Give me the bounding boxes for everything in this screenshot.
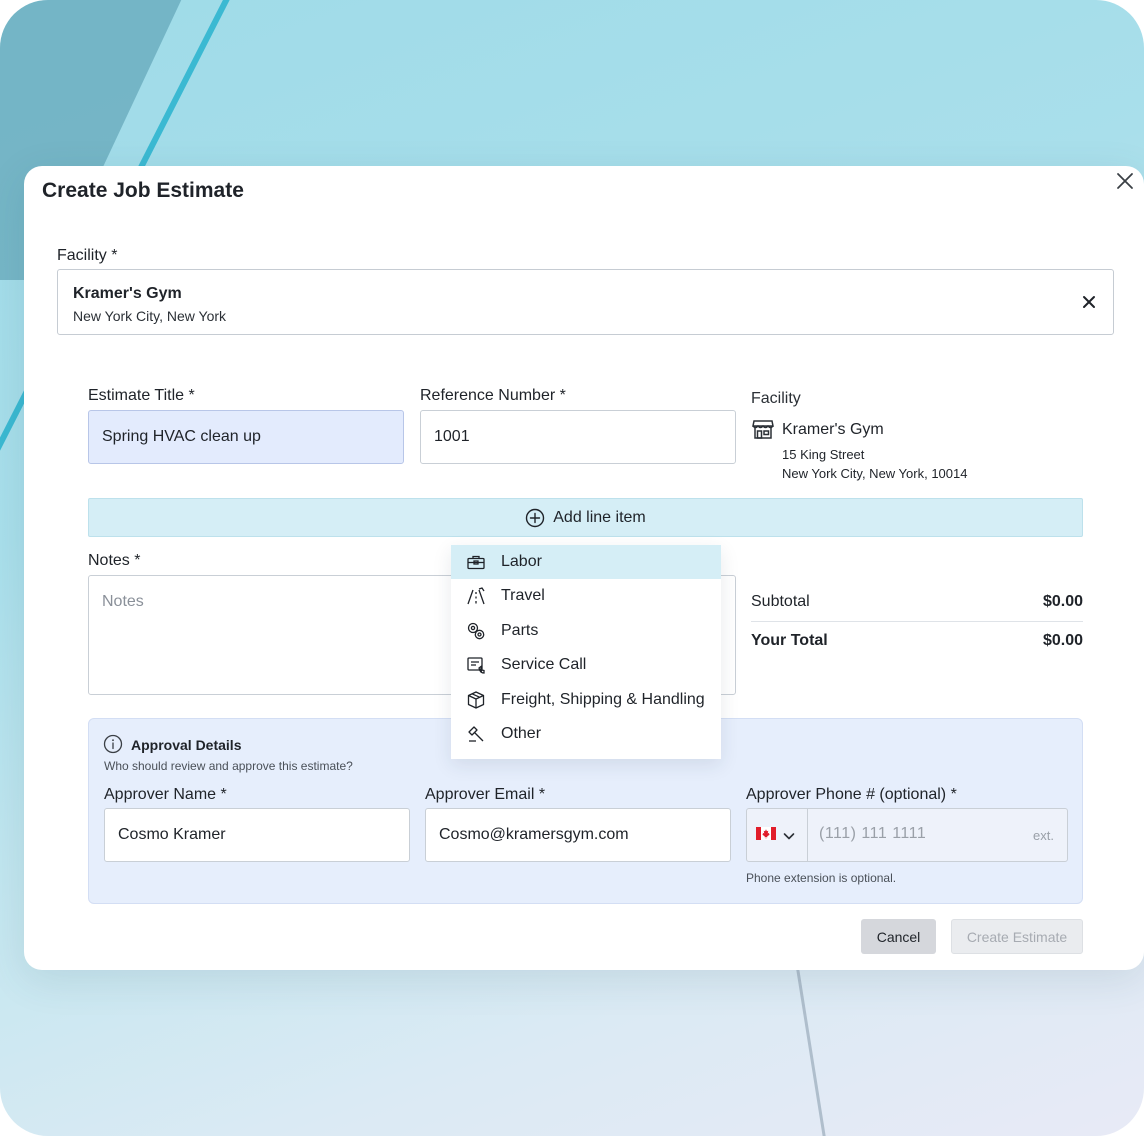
add-line-item-button[interactable]: Add line item: [88, 498, 1083, 537]
approver-email-input[interactable]: Cosmo@kramersgym.com: [425, 808, 731, 862]
menu-item-label: Parts: [501, 622, 539, 639]
facility-info-street: 15 King Street: [782, 447, 865, 462]
facility-selected-name: Kramer's Gym: [73, 285, 182, 302]
background-thin-line: [796, 967, 828, 1136]
approver-name-label: Approver Name *: [104, 786, 227, 803]
menu-item-travel[interactable]: Travel: [451, 579, 721, 613]
chevron-down-icon: [782, 829, 796, 843]
subtotal-value: $0.00: [1042, 593, 1083, 610]
approver-name-input[interactable]: Cosmo Kramer: [104, 808, 410, 862]
total-label: Your Total: [751, 632, 828, 649]
menu-item-label: Other: [501, 725, 542, 742]
store-icon: [751, 417, 775, 441]
plus-circle-icon: [525, 508, 545, 528]
toolbox-icon: [466, 552, 486, 572]
estimate-title-input[interactable]: Spring HVAC clean up: [88, 410, 404, 464]
facility-info-title: Facility: [751, 390, 801, 407]
menu-item-parts[interactable]: Parts: [451, 614, 721, 648]
total-row: Your Total $0.00: [751, 632, 1083, 650]
cancel-button[interactable]: Cancel: [861, 919, 936, 954]
totals-divider: [751, 621, 1083, 622]
package-icon: [466, 690, 486, 710]
background-frame: Create Job Estimate Facility * Kramer's …: [0, 0, 1144, 1136]
menu-item-label: Service Call: [501, 656, 587, 673]
menu-item-other[interactable]: Other: [451, 717, 721, 751]
gears-icon: [466, 621, 486, 641]
facility-selected-city: New York City, New York: [73, 308, 227, 324]
approval-subtitle: Who should review and approve this estim…: [104, 759, 353, 773]
service-call-icon: [466, 655, 486, 675]
info-icon: [103, 734, 123, 754]
phone-help-text: Phone extension is optional.: [746, 871, 897, 885]
hammer-icon: [466, 724, 486, 744]
modal-title: Create Job Estimate: [42, 179, 244, 202]
estimate-title-label: Estimate Title *: [88, 387, 195, 404]
facility-info-city: New York City, New York, 10014: [782, 466, 968, 481]
close-icon[interactable]: [1113, 169, 1137, 193]
facility-label: Facility *: [57, 247, 118, 264]
menu-item-label: Freight, Shipping & Handling: [501, 691, 705, 708]
phone-number-input[interactable]: (111) 111 1111: [819, 825, 926, 843]
line-item-type-menu: Labor Travel Parts Service Call Freight,…: [451, 545, 721, 759]
phone-extension-input[interactable]: ext.: [1033, 828, 1054, 843]
approver-phone-field: (111) 111 1111 ext.: [746, 808, 1068, 862]
menu-item-label: Travel: [501, 587, 545, 604]
approver-email-label: Approver Email *: [425, 786, 546, 803]
total-value: $0.00: [1042, 632, 1083, 649]
reference-number-input[interactable]: 1001: [420, 410, 736, 464]
create-estimate-modal: Create Job Estimate Facility * Kramer's …: [24, 166, 1144, 970]
create-estimate-button[interactable]: Create Estimate: [951, 919, 1083, 954]
notes-placeholder: Notes: [102, 593, 144, 610]
menu-item-freight[interactable]: Freight, Shipping & Handling: [451, 683, 721, 717]
notes-label: Notes *: [88, 552, 141, 569]
country-code-select[interactable]: [747, 809, 808, 861]
clear-facility-icon[interactable]: [1079, 292, 1099, 312]
approval-title: Approval Details: [131, 737, 242, 753]
subtotal-label: Subtotal: [751, 593, 810, 610]
road-icon: [466, 586, 486, 606]
reference-number-label: Reference Number *: [420, 387, 566, 404]
approver-phone-label: Approver Phone # (optional) *: [746, 786, 957, 803]
menu-item-labor[interactable]: Labor: [451, 545, 721, 579]
add-line-item-label: Add line item: [553, 508, 646, 526]
menu-item-service-call[interactable]: Service Call: [451, 648, 721, 682]
facility-select[interactable]: Kramer's Gym New York City, New York: [57, 269, 1114, 335]
subtotal-row: Subtotal $0.00: [751, 593, 1083, 611]
facility-info-name: Kramer's Gym: [782, 421, 884, 438]
menu-item-label: Labor: [501, 553, 542, 570]
canada-flag-icon: [756, 827, 776, 840]
